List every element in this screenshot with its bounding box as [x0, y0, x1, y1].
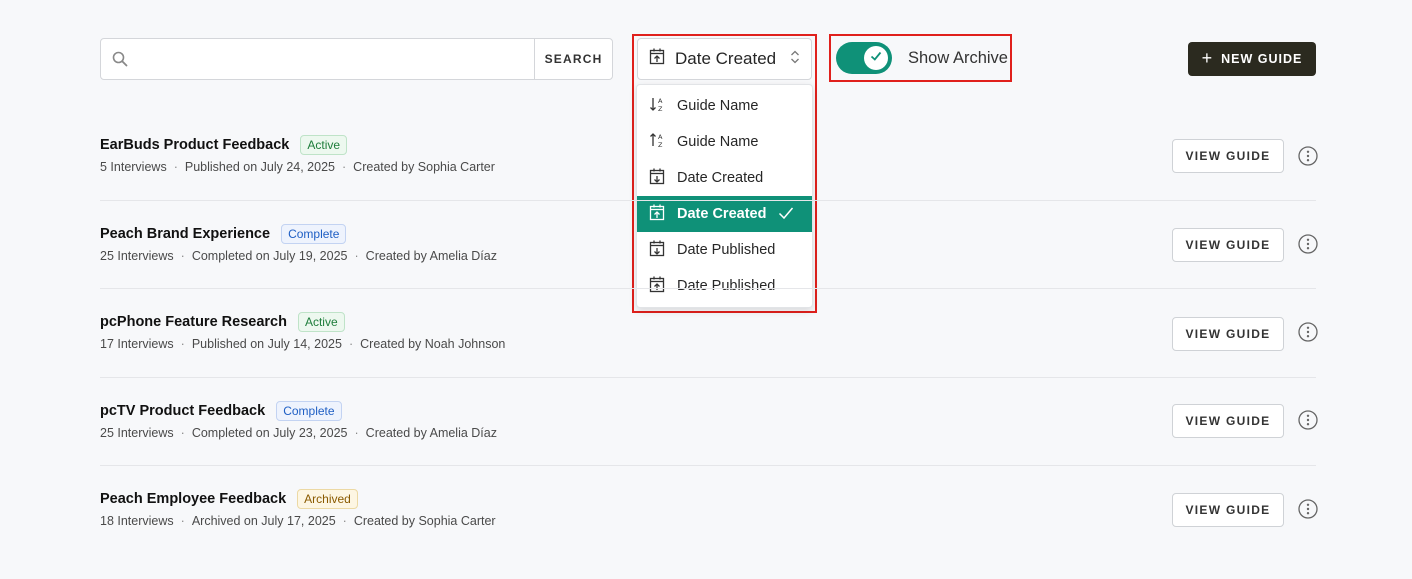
archive-toggle-group: Show Archive	[836, 42, 1008, 74]
status-badge: Active	[300, 135, 348, 155]
guide-meta: 25 Interviews · Completed on July 19, 202…	[100, 249, 497, 263]
new-guide-button[interactable]: + NEW GUIDE	[1188, 42, 1316, 76]
row-divider	[100, 377, 1316, 378]
search-input[interactable]	[139, 39, 534, 79]
sort-alpha-down-icon: AZ	[649, 96, 665, 116]
guide-title-line: Peach Employee Feedback Archived	[100, 489, 358, 509]
view-guide-button[interactable]: VIEW GUIDE	[1172, 228, 1284, 262]
status-badge: Archived	[297, 489, 358, 509]
guide-creator: Created by Amelia Díaz	[365, 426, 497, 440]
guide-meta: 17 Interviews · Published on July 14, 202…	[100, 337, 505, 351]
guide-date: Completed on July 23, 2025	[191, 426, 348, 440]
guide-title: pcPhone Feature Research	[100, 314, 287, 330]
svg-text:A: A	[658, 97, 663, 105]
show-archive-toggle[interactable]	[836, 42, 892, 74]
sort-option-label: Guide Name	[677, 98, 759, 114]
guide-title: pcTV Product Feedback	[100, 403, 266, 419]
view-guide-button[interactable]: VIEW GUIDE	[1172, 317, 1284, 351]
interview-count: 17 Interviews	[100, 337, 174, 351]
more-options-icon[interactable]	[1298, 499, 1318, 519]
guide-meta: 5 Interviews · Published on July 24, 2025…	[100, 160, 495, 174]
more-options-icon[interactable]	[1298, 146, 1318, 166]
view-guide-button[interactable]: VIEW GUIDE	[1172, 404, 1284, 438]
guide-creator: Created by Amelia Díaz	[365, 249, 497, 263]
guide-date: Published on July 24, 2025	[184, 160, 335, 174]
separator-dot: ·	[180, 249, 185, 263]
show-archive-label: Show Archive	[908, 48, 1008, 67]
guide-creator: Created by Sophia Carter	[353, 160, 495, 174]
more-options-icon[interactable]	[1298, 234, 1318, 254]
row-divider	[100, 288, 1316, 289]
guide-title-line: pcTV Product Feedback Complete	[100, 401, 342, 421]
calendar-arrow-up-icon	[649, 48, 665, 70]
more-options-icon[interactable]	[1298, 410, 1318, 430]
row-divider	[100, 465, 1316, 466]
guide-creator: Created by Noah Johnson	[360, 337, 506, 351]
plus-icon: +	[1201, 47, 1214, 68]
guide-date: Completed on July 19, 2025	[191, 249, 348, 263]
interview-count: 18 Interviews	[100, 514, 174, 528]
status-badge: Complete	[276, 401, 342, 421]
guide-date: Archived on July 17, 2025	[191, 514, 336, 528]
guide-title: Peach Employee Feedback	[100, 491, 287, 507]
more-options-icon[interactable]	[1298, 322, 1318, 342]
interview-count: 25 Interviews	[100, 249, 174, 263]
guide-meta: 18 Interviews · Archived on July 17, 2025…	[100, 514, 496, 528]
guide-row: pcTV Product Feedback Complete 25 Interv…	[100, 401, 1318, 489]
search-bar: SEARCH	[100, 38, 613, 80]
interview-count: 5 Interviews	[100, 160, 167, 174]
view-guide-button[interactable]: VIEW GUIDE	[1172, 493, 1284, 527]
sort-select[interactable]: Date Created	[637, 38, 812, 80]
separator-dot: ·	[180, 426, 185, 440]
guide-date: Published on July 14, 2025	[191, 337, 342, 351]
separator-dot: ·	[342, 160, 347, 174]
guide-title-line: EarBuds Product Feedback Active	[100, 135, 348, 155]
row-divider	[100, 200, 1316, 201]
toggle-knob	[864, 46, 888, 70]
guide-meta: 25 Interviews · Completed on July 23, 202…	[100, 426, 497, 440]
separator-dot: ·	[348, 337, 354, 351]
guide-title: Peach Brand Experience	[100, 226, 271, 242]
sort-selected-label: Date Created	[675, 49, 777, 68]
chevron-updown-icon	[789, 48, 801, 71]
separator-dot: ·	[180, 514, 185, 528]
separator-dot: ·	[342, 514, 347, 528]
guide-row: Peach Brand Experience Complete 25 Inter…	[100, 224, 1318, 312]
guide-row: EarBuds Product Feedback Active 5 Interv…	[100, 135, 1318, 223]
status-badge: Active	[297, 312, 345, 332]
check-icon	[870, 49, 882, 67]
guide-title-line: pcPhone Feature Research Active	[100, 312, 345, 332]
separator-dot: ·	[354, 426, 359, 440]
status-badge: Complete	[281, 224, 347, 244]
interview-count: 25 Interviews	[100, 426, 174, 440]
separator-dot: ·	[354, 249, 359, 263]
guide-title-line: Peach Brand Experience Complete	[100, 224, 347, 244]
sort-option-guide-name-asc[interactable]: AZ Guide Name	[637, 88, 812, 124]
search-icon	[101, 51, 139, 67]
guide-row: pcPhone Feature Research Active 17 Inter…	[100, 312, 1318, 400]
guide-row: Peach Employee Feedback Archived 18 Inte…	[100, 489, 1318, 577]
svg-text:Z: Z	[658, 105, 663, 112]
guide-creator: Created by Sophia Carter	[353, 514, 496, 528]
separator-dot: ·	[173, 160, 178, 174]
new-guide-label: NEW GUIDE	[1221, 52, 1303, 66]
separator-dot: ·	[180, 337, 185, 351]
view-guide-button[interactable]: VIEW GUIDE	[1172, 139, 1284, 173]
guide-title: EarBuds Product Feedback	[100, 137, 290, 153]
search-button[interactable]: SEARCH	[534, 39, 612, 79]
